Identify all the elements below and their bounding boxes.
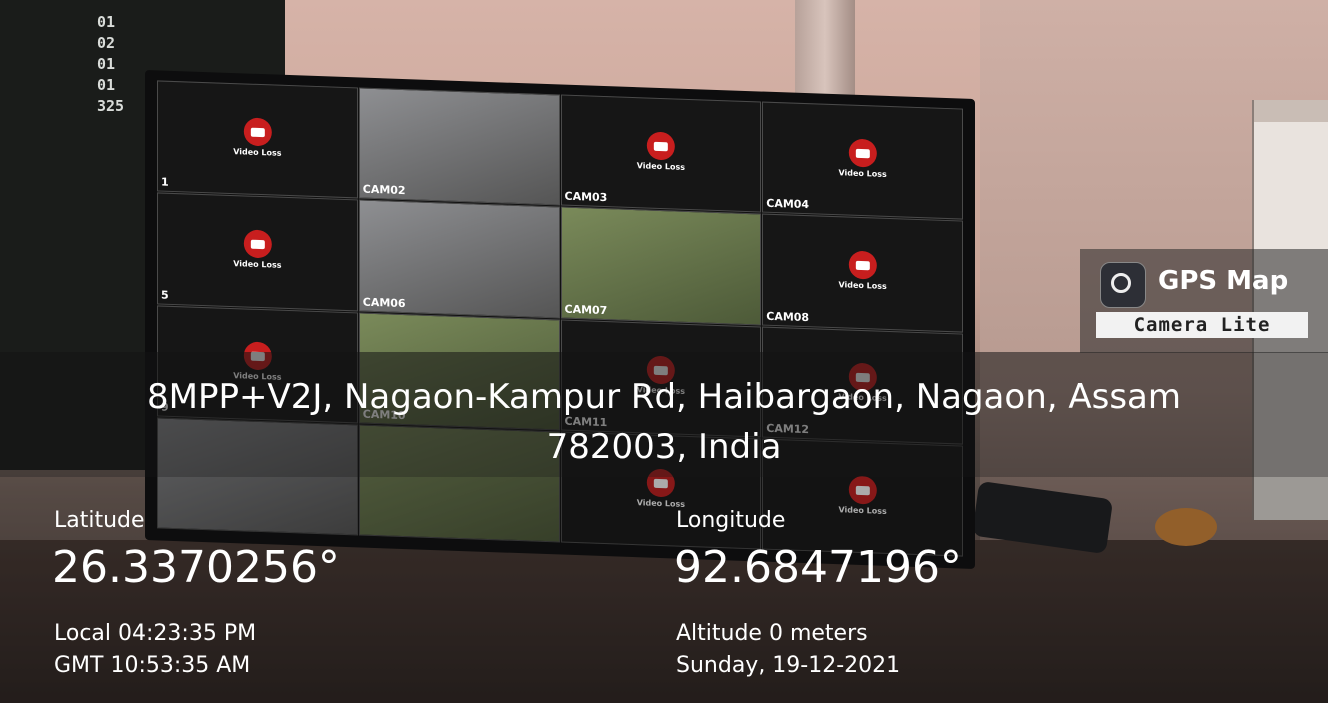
altitude: Altitude 0 meters	[676, 621, 868, 646]
video-loss-indicator: Video Loss	[838, 138, 887, 179]
video-loss-text: Video Loss	[636, 160, 686, 172]
cctv-cell: CAM06	[358, 199, 560, 318]
video-loss-text: Video Loss	[233, 146, 282, 158]
video-loss-indicator: Video Loss	[233, 229, 282, 270]
video-loss-indicator: Video Loss	[637, 131, 685, 172]
camera-label: CAM08	[766, 309, 810, 324]
gmt-time: GMT 10:53:35 AM	[54, 653, 251, 678]
video-loss-text: Video Loss	[838, 167, 887, 179]
longitude-value: 92.6847196°	[674, 542, 962, 593]
video-loss-text: Video Loss	[233, 259, 282, 270]
camera-label: CAM02	[362, 182, 406, 198]
altitude-date-block: Altitude 0 meters Sunday, 19-12-2021	[676, 618, 900, 682]
led-board-text: 01 02 01 01 325	[97, 12, 124, 117]
time-block: Local 04:23:35 PM GMT 10:53:35 AM	[54, 618, 256, 682]
cctv-cell: Video Loss CAM04	[762, 101, 963, 220]
camera-label: CAM06	[362, 295, 406, 310]
latitude-value: 26.3370256°	[52, 542, 340, 593]
video-loss-indicator: Video Loss	[838, 250, 887, 291]
camera-lens-icon	[1100, 262, 1146, 308]
video-loss-icon	[848, 250, 877, 280]
cctv-cell: Video Loss CAM03	[560, 94, 762, 213]
video-loss-icon	[243, 117, 272, 147]
cctv-cell: Video Loss CAM08	[762, 213, 963, 333]
video-loss-text: Video Loss	[838, 280, 887, 291]
address-line-2: 782003, India	[546, 427, 782, 467]
camera-label: CAM04	[766, 196, 810, 212]
latitude-label: Latitude	[54, 508, 145, 533]
led-line: 01	[97, 55, 116, 73]
address: 8MPP+V2J, Nagaon-Kampur Rd, Haibargaon, …	[0, 372, 1328, 472]
badge-title: GPS Map	[1158, 266, 1289, 296]
cctv-cell: CAM07	[560, 206, 762, 326]
camera-label: 5	[161, 288, 169, 302]
date: Sunday, 19-12-2021	[676, 653, 901, 678]
camera-label: CAM07	[564, 302, 608, 317]
video-loss-indicator: Video Loss	[233, 117, 282, 158]
camera-label: 1	[161, 175, 169, 190]
longitude-label: Longitude	[676, 508, 786, 533]
cctv-cell: Video Loss 5	[157, 192, 358, 311]
cctv-cell: Video Loss 1	[157, 80, 358, 199]
led-line: 325	[97, 97, 125, 115]
led-line: 01	[97, 76, 116, 94]
cctv-cell: CAM02	[358, 87, 560, 206]
address-line-1: 8MPP+V2J, Nagaon-Kampur Rd, Haibargaon, …	[146, 377, 1181, 417]
video-loss-icon	[848, 138, 877, 168]
led-line: 02	[97, 34, 116, 52]
video-loss-icon	[243, 229, 272, 259]
video-loss-icon	[646, 131, 675, 161]
badge-subtitle: Camera Lite	[1096, 312, 1308, 338]
photo-scene: 01 02 01 01 325 Video Loss 1 CAM02 Video Loss CA…	[0, 0, 1328, 703]
local-time: Local 04:23:35 PM	[54, 621, 257, 646]
camera-label: CAM03	[564, 189, 608, 205]
led-line: 01	[97, 13, 116, 31]
